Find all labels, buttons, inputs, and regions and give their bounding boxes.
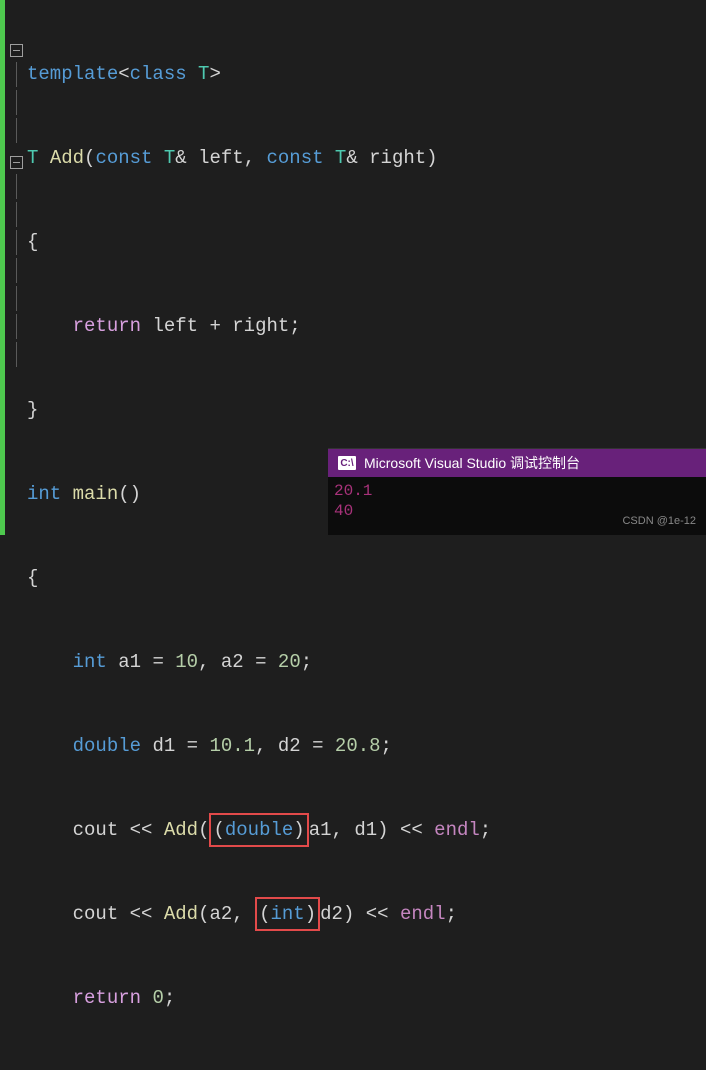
code-line: double d1 = 10.1, d2 = 20.8;	[27, 732, 706, 760]
console-title-text: Microsoft Visual Studio 调试控制台	[364, 453, 580, 473]
code-line: {	[27, 228, 706, 256]
highlight-cast-double: (double)	[209, 813, 308, 847]
console-icon: C:\	[338, 456, 356, 470]
code-line: return 0;	[27, 984, 706, 1012]
watermark: CSDN @1e-12	[622, 511, 696, 531]
code-line: }	[27, 1068, 706, 1070]
code-line: template<class T>	[27, 60, 706, 88]
code-line: return left + right;	[27, 312, 706, 340]
highlight-cast-int: (int)	[255, 897, 320, 931]
code-line: cout << Add(a2, (int)d2) << endl;	[27, 900, 706, 928]
console-title-bar[interactable]: C:\ Microsoft Visual Studio 调试控制台	[328, 449, 706, 477]
code-line: int a1 = 10, a2 = 20;	[27, 648, 706, 676]
console-line: 20.1	[334, 481, 700, 501]
fold-toggle-icon[interactable]	[10, 156, 23, 169]
code-line: cout << Add((double)a1, d1) << endl;	[27, 816, 706, 844]
fold-toggle-icon[interactable]	[10, 44, 23, 57]
code-line: T Add(const T& left, const T& right)	[27, 144, 706, 172]
console-output[interactable]: 20.1 40 CSDN @1e-12	[328, 477, 706, 535]
code-line: }	[27, 396, 706, 424]
fold-gutter	[5, 0, 27, 535]
keyword: template	[27, 60, 118, 88]
code-line: {	[27, 564, 706, 592]
debug-console: C:\ Microsoft Visual Studio 调试控制台 20.1 4…	[328, 448, 706, 535]
